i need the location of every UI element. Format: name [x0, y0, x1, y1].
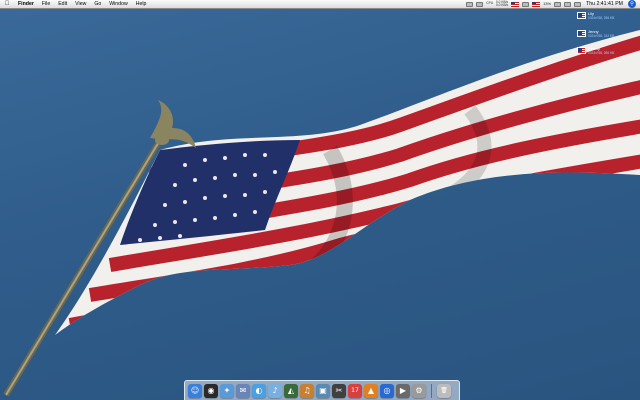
- menu-edit[interactable]: Edit: [54, 0, 71, 8]
- dock-system-preferences-icon[interactable]: ⚙: [412, 383, 426, 398]
- input-menu-flag-icon[interactable]: [511, 1, 520, 7]
- menu-file[interactable]: File: [38, 0, 54, 8]
- flag-wallpaper-image: [3, 30, 640, 397]
- dock-safari-icon[interactable]: ✦: [220, 383, 234, 398]
- dock-trash-icon[interactable]: 🗑: [437, 383, 451, 398]
- dock-garageband-icon[interactable]: ♫: [300, 383, 314, 398]
- airport-icon[interactable]: [574, 1, 582, 7]
- keyboard-flag-icon[interactable]: [532, 1, 541, 7]
- dock-dashboard-icon[interactable]: ◉: [204, 383, 218, 398]
- desktop-icon-info: 1024x768, 312 KB: [588, 33, 615, 38]
- network-monitor[interactable]: 0.0 KB/s 0.0 KB/s: [496, 0, 509, 8]
- dock-itunes-icon[interactable]: ♪: [268, 383, 282, 398]
- image-thumbnail-icon: [577, 30, 586, 37]
- dock-mail-icon[interactable]: ✉: [236, 383, 250, 398]
- desktop-icon-info: 1024x768, 286 KB: [588, 50, 615, 55]
- spotlight-icon[interactable]: ⚲: [628, 0, 636, 8]
- battery-percent[interactable]: 13%: [543, 2, 551, 7]
- battery-icon[interactable]: [554, 1, 562, 7]
- desktop-icon-info: 1024x768, 256 KB: [588, 15, 615, 20]
- dock-preview-icon[interactable]: ▣: [316, 383, 330, 398]
- display-icon[interactable]: [466, 1, 474, 7]
- bluetooth-icon[interactable]: [522, 1, 530, 7]
- dock-ichat-icon[interactable]: ◐: [252, 383, 266, 398]
- image-thumbnail-icon: [577, 47, 586, 54]
- menu-extras: CPU 0.0 KB/s 0.0 KB/s 13% Thu 2:41:41 PM…: [466, 0, 640, 8]
- eagle-finial: [150, 100, 196, 148]
- menu-help[interactable]: Help: [132, 0, 151, 8]
- dock-ical-icon[interactable]: 17: [348, 383, 362, 398]
- dock-vlc-icon[interactable]: ▲: [364, 383, 378, 398]
- dock-separator: [431, 383, 432, 398]
- dock-quicktime-icon[interactable]: ▶: [396, 383, 410, 398]
- menu-view[interactable]: View: [71, 0, 90, 8]
- menu-finder[interactable]: Finder: [14, 0, 38, 8]
- net-out-text: 0.0 KB/s: [496, 3, 509, 7]
- menu-window[interactable]: Window: [105, 0, 131, 8]
- cpu-monitor[interactable]: CPU: [486, 1, 493, 5]
- desktop-icon-jenny[interactable]: Jenny 1024x768, 312 KB: [577, 29, 637, 44]
- desktop-icon-lily[interactable]: Lily 1024x768, 256 KB: [577, 11, 637, 26]
- dock-iphoto-icon[interactable]: ◭: [284, 383, 298, 398]
- dock: ☺ ◉ ✦ ✉ ◐ ♪ ◭ ♫ ▣ ✂ 17 ▲ ◎ ▶ ⚙ 🗑: [184, 380, 460, 400]
- desktop-icon-liberty[interactable]: Liberty 1024x768, 286 KB: [577, 46, 637, 61]
- dock-imovie-icon[interactable]: ✂: [332, 383, 346, 398]
- image-thumbnail-icon: [577, 12, 586, 19]
- menu-clock[interactable]: Thu 2:41:41 PM: [586, 0, 623, 8]
- wifi-icon[interactable]: [564, 1, 572, 7]
- apple-menu-icon[interactable]: : [0, 0, 14, 8]
- menu-go[interactable]: Go: [90, 0, 105, 8]
- dock-finder-icon[interactable]: ☺: [188, 383, 202, 398]
- volume-icon[interactable]: [476, 1, 484, 7]
- dock-firefox-icon[interactable]: ◎: [380, 383, 394, 398]
- desktop-wallpaper: [0, 0, 640, 400]
- menu-bar:  Finder File Edit View Go Window Help C…: [0, 0, 640, 9]
